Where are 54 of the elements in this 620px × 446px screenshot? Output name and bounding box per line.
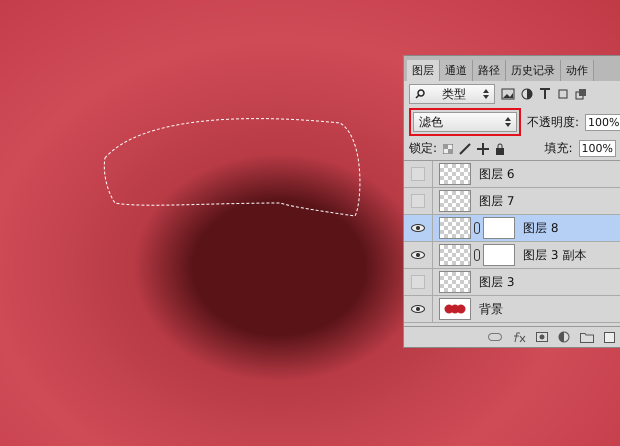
fill-label: 填充: — [544, 140, 573, 157]
layer-row[interactable]: 图层 8 — [404, 215, 620, 242]
panel-tab[interactable]: 路径 — [473, 60, 506, 81]
half-circle-icon[interactable] — [521, 88, 533, 100]
fill-field[interactable]: 100% — [578, 140, 616, 157]
new-layer-icon[interactable] — [604, 332, 615, 342]
link-icon[interactable] — [474, 249, 480, 261]
layer-row[interactable]: 图层 6 — [404, 161, 620, 188]
lock-label: 锁定: — [409, 140, 438, 157]
half-circle-icon[interactable] — [558, 331, 570, 343]
panel-tab[interactable]: 动作 — [561, 60, 594, 81]
up-down-arrows-icon — [483, 89, 489, 99]
layer-thumbnail — [439, 190, 471, 212]
move-icon[interactable] — [477, 142, 490, 154]
layer-thumbnail — [439, 244, 471, 266]
layer-name: 图层 6 — [479, 166, 514, 182]
text-icon[interactable] — [539, 88, 551, 100]
filter-dropdown[interactable]: 类型 — [409, 84, 495, 104]
apples-icon — [444, 304, 466, 314]
visibility-checkbox[interactable] — [411, 275, 425, 289]
link-icon[interactable] — [474, 222, 480, 234]
layer-name: 图层 7 — [479, 192, 514, 210]
blend-mode-dropdown[interactable]: 滤色 — [413, 112, 517, 132]
eye-icon[interactable] — [411, 251, 425, 259]
mask-icon[interactable] — [536, 332, 548, 342]
fx-icon[interactable] — [512, 331, 526, 343]
opacity-field[interactable]: 100% — [585, 114, 620, 130]
layer-row[interactable]: 背景 — [404, 296, 620, 323]
layer-row[interactable]: 图层 3 副本 — [404, 242, 620, 269]
visibility-checkbox[interactable] — [411, 167, 425, 181]
smart-object-icon[interactable] — [575, 88, 587, 100]
eye-icon[interactable] — [411, 305, 425, 313]
folder-icon[interactable] — [580, 332, 594, 342]
checker-icon[interactable] — [443, 144, 454, 154]
image-icon[interactable] — [501, 88, 515, 100]
panel-tab[interactable]: 图层 — [407, 60, 440, 81]
eye-icon[interactable] — [411, 224, 425, 232]
layer-row[interactable]: 图层 7 — [404, 188, 620, 215]
layer-thumbnail — [439, 271, 471, 293]
opacity-label: 不透明度: — [527, 114, 580, 130]
layer-thumbnail — [439, 163, 471, 185]
layer-thumbnail — [439, 217, 471, 239]
layer-name: 图层 8 — [523, 220, 558, 236]
layer-name: 图层 3 副本 — [523, 246, 586, 264]
layer-row[interactable]: 图层 3 — [404, 269, 620, 296]
layer-name: 图层 3 — [479, 274, 514, 290]
lock-icon[interactable] — [495, 142, 506, 154]
layer-name: 背景 — [479, 300, 503, 318]
search-icon — [415, 89, 425, 99]
transform-icon[interactable] — [557, 88, 569, 100]
visibility-checkbox[interactable] — [411, 194, 425, 208]
panel-tab[interactable]: 通道 — [440, 60, 473, 81]
up-down-arrows-icon — [505, 117, 511, 127]
panel-tab[interactable]: 历史记录 — [506, 60, 561, 81]
